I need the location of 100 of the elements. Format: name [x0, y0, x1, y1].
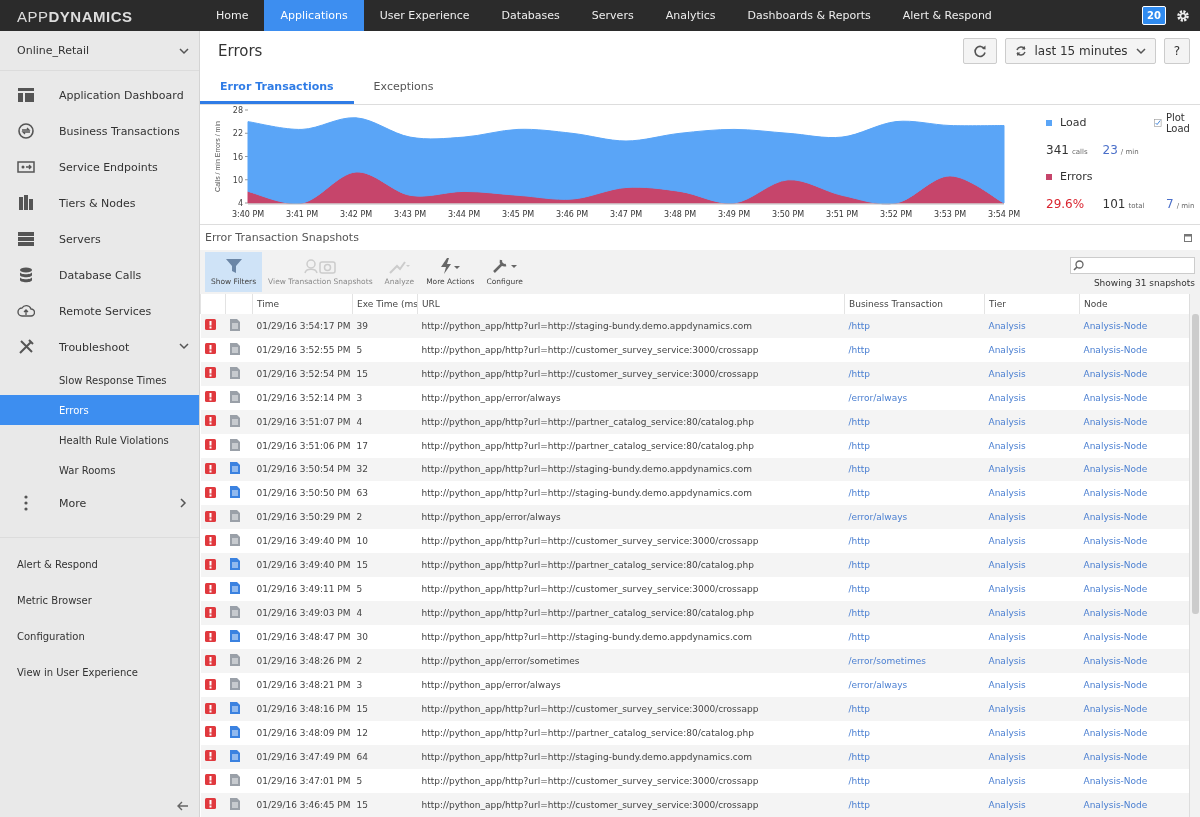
link[interactable]: /http — [844, 601, 985, 626]
link[interactable]: Analysis — [984, 457, 1080, 482]
sidebar-item[interactable]: Remote Services — [0, 293, 199, 329]
link[interactable]: Analysis-Node — [1079, 553, 1189, 578]
link[interactable]: /http — [844, 721, 985, 745]
sidebar-item[interactable]: Database Calls — [0, 257, 199, 293]
link[interactable]: Analysis — [984, 601, 1080, 626]
link[interactable]: Analysis-Node — [1079, 744, 1189, 769]
link[interactable]: /error/always — [844, 385, 985, 410]
link[interactable]: Analysis-Node — [1079, 649, 1189, 674]
link[interactable]: Analysis-Node — [1079, 529, 1189, 554]
nav-tab[interactable]: Alert & Respond — [886, 0, 1008, 31]
link[interactable]: Analysis-Node — [1079, 457, 1189, 482]
sidebar-item[interactable]: More — [0, 485, 199, 521]
link[interactable]: /error/always — [844, 673, 985, 698]
search-field[interactable] — [1070, 256, 1195, 274]
sidebar-item[interactable]: Troubleshoot — [0, 329, 199, 365]
nav-tab[interactable]: Applications — [264, 0, 364, 31]
sidebar-subitem[interactable]: Errors — [0, 395, 199, 425]
link[interactable]: Analysis — [984, 721, 1080, 745]
link[interactable]: Analysis — [984, 481, 1080, 506]
sidebar-item[interactable]: Business Transactions — [0, 113, 199, 149]
sidebar-item[interactable]: Application Dashboard — [0, 77, 199, 113]
link[interactable]: /error/sometimes — [844, 649, 985, 674]
link[interactable]: /http — [844, 337, 985, 362]
link[interactable]: /http — [844, 313, 985, 338]
link[interactable]: /http — [844, 409, 985, 434]
link[interactable]: /http — [844, 697, 985, 721]
nav-tab[interactable]: Analytics — [649, 0, 732, 31]
notification-badge[interactable]: 20 — [1142, 6, 1166, 25]
link[interactable]: /http — [844, 577, 985, 602]
link[interactable]: Analysis — [984, 433, 1080, 458]
tab[interactable]: Exceptions — [353, 71, 454, 104]
link[interactable]: Analysis-Node — [1079, 673, 1189, 698]
column-header[interactable]: Node — [1079, 294, 1189, 314]
link[interactable]: Analysis — [984, 361, 1080, 386]
link[interactable]: Analysis — [984, 553, 1080, 578]
sidebar-subitem[interactable]: Health Rule Violations — [0, 425, 199, 455]
tab[interactable]: Error Transactions — [200, 71, 354, 104]
link[interactable]: Analysis — [984, 409, 1080, 434]
link[interactable]: Analysis-Node — [1079, 433, 1189, 458]
link[interactable]: Analysis — [984, 505, 1080, 530]
link[interactable]: Analysis — [984, 337, 1080, 362]
sidebar-item[interactable]: Tiers & Nodes — [0, 185, 199, 221]
nav-tab[interactable]: Home — [200, 0, 265, 31]
sidebar-item[interactable]: Servers — [0, 221, 199, 257]
link[interactable]: Analysis — [984, 697, 1080, 721]
sidebar-subitem[interactable]: Slow Response Times — [0, 365, 199, 395]
link[interactable]: /http — [844, 744, 985, 769]
link[interactable]: Analysis — [984, 792, 1080, 817]
nav-tab[interactable]: Dashboards & Reports — [731, 0, 887, 31]
link[interactable]: Analysis-Node — [1079, 792, 1189, 817]
column-header[interactable]: URL — [417, 294, 845, 314]
scrollbar-thumb[interactable] — [1191, 314, 1199, 614]
link[interactable]: Analysis-Node — [1079, 337, 1189, 362]
sidebar-item[interactable]: Service Endpoints — [0, 149, 199, 185]
link[interactable]: Analysis-Node — [1079, 505, 1189, 530]
link[interactable]: Analysis — [984, 529, 1080, 554]
link[interactable]: /http — [844, 625, 985, 650]
column-header[interactable]: Time — [252, 294, 353, 314]
link[interactable]: Analysis — [984, 313, 1080, 338]
link[interactable]: Analysis — [984, 744, 1080, 769]
sidebar-link[interactable]: Metric Browser — [0, 582, 199, 618]
link[interactable]: Analysis-Node — [1079, 361, 1189, 386]
sidebar-link[interactable]: Alert & Respond — [0, 546, 199, 582]
sidebar-link[interactable]: View in User Experience — [0, 654, 199, 690]
checkbox-checked[interactable] — [1154, 116, 1162, 129]
link[interactable]: /http — [844, 457, 985, 482]
link[interactable]: Analysis — [984, 649, 1080, 674]
column-header[interactable]: Tier — [984, 294, 1080, 314]
link[interactable]: Analysis-Node — [1079, 313, 1189, 338]
sidebar-subitem[interactable]: War Rooms — [0, 455, 199, 485]
link[interactable]: Analysis-Node — [1079, 409, 1189, 434]
link[interactable]: /error/always — [844, 505, 985, 530]
link[interactable]: Analysis-Node — [1079, 601, 1189, 626]
link[interactable]: Analysis-Node — [1079, 697, 1189, 721]
link[interactable]: /http — [844, 361, 985, 386]
link[interactable]: Analysis — [984, 385, 1080, 410]
link[interactable]: Analysis — [984, 673, 1080, 698]
sidebar-link[interactable]: Configuration — [0, 618, 199, 654]
link[interactable]: /http — [844, 768, 985, 793]
link[interactable]: Analysis-Node — [1079, 768, 1189, 793]
help-button[interactable]: ? — [1163, 38, 1190, 64]
column-header[interactable]: Exe Time (ms — [352, 294, 418, 314]
link[interactable]: Analysis — [984, 577, 1080, 602]
link[interactable]: Analysis-Node — [1079, 577, 1189, 602]
link[interactable]: Analysis-Node — [1079, 385, 1189, 410]
link[interactable]: Analysis-Node — [1079, 625, 1189, 650]
link[interactable]: Analysis — [984, 768, 1080, 793]
app-selector[interactable]: Online_Retail — [17, 44, 90, 57]
link[interactable]: /http — [844, 433, 985, 458]
link[interactable]: /http — [844, 792, 985, 817]
nav-tab[interactable]: User Experience — [363, 0, 486, 31]
link[interactable]: /http — [844, 481, 985, 506]
link[interactable]: /http — [844, 529, 985, 554]
refresh-button[interactable] — [962, 38, 997, 64]
link[interactable]: /http — [844, 553, 985, 578]
link[interactable]: Analysis-Node — [1079, 481, 1189, 506]
nav-tab[interactable]: Servers — [575, 0, 650, 31]
nav-tab[interactable]: Databases — [485, 0, 576, 31]
